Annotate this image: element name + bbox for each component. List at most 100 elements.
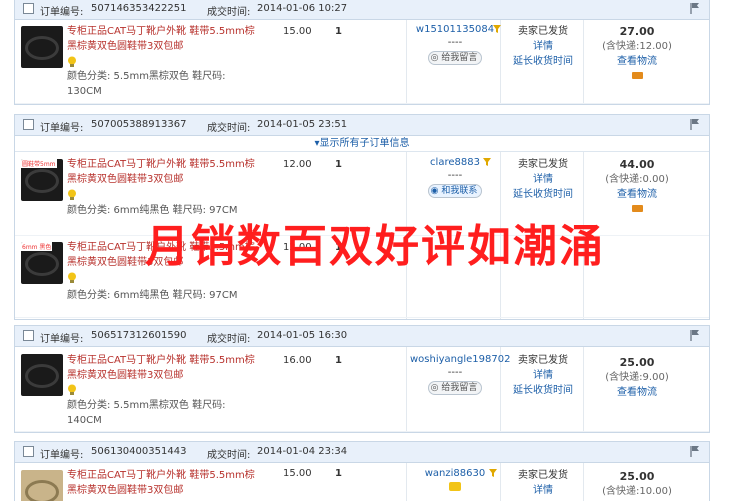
product-title-link[interactable]: 专柜正品CAT马丁靴户外靴 鞋带5.5mm棕黑棕黄双色圆鞋带3双包邮 xyxy=(67,24,257,54)
total-amount: 27.00 xyxy=(619,25,655,38)
quantity: 1 xyxy=(335,159,342,170)
deal-time-label: 成交时间: xyxy=(207,334,251,345)
order-no: 506130400351443 xyxy=(91,446,187,457)
order-checkbox[interactable] xyxy=(23,119,34,130)
deal-time: 2014-01-05 23:51 xyxy=(257,119,348,130)
view-logistics-link[interactable]: 查看物流 xyxy=(587,54,687,69)
total-cell: 44.00 (含快递:0.00) 查看物流 xyxy=(587,157,687,217)
message-icon[interactable] xyxy=(449,482,461,491)
details-link[interactable]: 详情 xyxy=(503,39,583,54)
details-link[interactable]: 详情 xyxy=(503,368,583,383)
shipping-fee: (含快递:9.00) xyxy=(605,372,669,383)
deal-time: 2014-01-05 16:30 xyxy=(257,330,348,341)
order-item-row: 专柜正品CAT马丁靴户外靴 鞋带5.5mm棕黑棕黄双色圆鞋带3双包邮 15.00… xyxy=(15,463,709,501)
flag-icon[interactable] xyxy=(689,329,701,341)
order-checkbox[interactable] xyxy=(23,446,34,457)
product-title-link[interactable]: 专柜正品CAT马丁靴户外靴 鞋带5.5mm棕黑棕黄双色圆鞋带3双包邮 xyxy=(67,157,257,187)
buyer-cell: woshiyangle198702 ---- ◎ 给我留言 xyxy=(410,354,510,395)
product-thumbnail[interactable]: 圆鞋带5mm xyxy=(21,159,63,201)
flag-icon[interactable] xyxy=(689,445,701,457)
filter-icon[interactable] xyxy=(492,24,502,34)
product-title-link[interactable]: 专柜正品CAT马丁靴户外靴 鞋带5.5mm棕黑棕黄双色圆鞋带3双包邮 xyxy=(67,353,257,383)
total-amount: 25.00 xyxy=(619,356,655,369)
quantity: 1 xyxy=(335,468,342,479)
buyer-name-link[interactable]: woshiyangle198702 xyxy=(410,354,510,365)
buyer-cell: clare8883 ---- ◉ 和我联系 xyxy=(410,157,500,198)
buyer-cell: wanzi88630 xyxy=(410,468,500,494)
leave-message-button[interactable]: ◎ 给我留言 xyxy=(427,381,483,395)
order-no-label: 订单编号: xyxy=(40,334,84,345)
order-no-label: 订单编号: xyxy=(40,123,84,134)
order-checkbox[interactable] xyxy=(23,3,34,14)
product-thumbnail[interactable] xyxy=(21,470,63,501)
order-no: 507005388913367 xyxy=(91,119,187,130)
extend-receipt-link[interactable]: 延长收货时间 xyxy=(503,54,583,69)
extend-receipt-link[interactable]: 延长收货时间 xyxy=(503,187,583,202)
product-attributes: 颜色分类: 5.5mm黑棕双色 鞋尺码: 130CM xyxy=(67,71,226,97)
message-icon: ◎ xyxy=(430,53,439,63)
filter-icon[interactable] xyxy=(482,157,492,167)
flag-icon[interactable] xyxy=(689,118,701,130)
deal-time: 2014-01-04 23:34 xyxy=(257,446,348,457)
product-thumbnail[interactable] xyxy=(21,26,63,68)
buyer-dash: ---- xyxy=(447,170,463,181)
flag-icon[interactable] xyxy=(689,2,701,14)
order-item-row: 专柜正品CAT马丁靴户外靴 鞋带5.5mm棕黑棕黄双色圆鞋带3双包邮 颜色分类:… xyxy=(15,20,709,104)
order-status: 卖家已发货 xyxy=(518,159,568,170)
status-cell: 卖家已发货 详情 延长收货时间 xyxy=(503,157,583,202)
deal-time-label: 成交时间: xyxy=(207,7,251,18)
promo-overlay-text: 月销数百双好评如潮涌 xyxy=(145,221,605,272)
total-cell: 27.00 (含快递:12.00) 查看物流 xyxy=(587,24,687,84)
buyer-name-link[interactable]: wanzi88630 xyxy=(410,468,500,479)
message-icon: ◎ xyxy=(430,383,439,393)
shipping-fee: (含快递:0.00) xyxy=(605,174,669,185)
details-link[interactable]: 详情 xyxy=(503,483,583,498)
unit-price: 15.00 xyxy=(283,468,312,479)
deal-time: 2014-01-06 10:27 xyxy=(257,3,348,14)
logistics-icon xyxy=(631,72,643,79)
shipping-fee: (含快递:12.00) xyxy=(602,41,672,52)
buyer-dash: ---- xyxy=(447,367,463,378)
buyer-dash: ---- xyxy=(447,37,463,48)
view-logistics-link[interactable]: 查看物流 xyxy=(587,385,687,400)
order-header: 订单编号: 507005388913367 成交时间: 2014-01-05 2… xyxy=(15,115,709,136)
status-cell: 卖家已发货 详情 延长收货时间 xyxy=(503,24,583,69)
total-amount: 44.00 xyxy=(619,158,655,171)
contact-me-button[interactable]: ◉ 和我联系 xyxy=(427,184,483,198)
product-title-link[interactable]: 专柜正品CAT马丁靴户外靴 鞋带5.5mm棕黑棕黄双色圆鞋带3双包邮 xyxy=(67,468,257,498)
status-cell: 卖家已发货 详情 延长收货时间 xyxy=(503,353,583,398)
view-logistics-link[interactable]: 查看物流 xyxy=(587,187,687,202)
order-item-row: 专柜正品CAT马丁靴户外靴 鞋带5.5mm棕黑棕黄双色圆鞋带3双包邮 颜色分类:… xyxy=(15,347,709,432)
order-checkbox[interactable] xyxy=(23,330,34,341)
bulb-icon xyxy=(68,189,76,200)
status-cell: 卖家已发货 详情 xyxy=(503,468,583,498)
buyer-name-link[interactable]: w15101135084 xyxy=(410,24,500,35)
shipping-fee: (含快递:10.00) xyxy=(602,486,672,497)
quantity: 1 xyxy=(335,355,342,366)
order-status: 卖家已发货 xyxy=(518,355,568,366)
deal-time-label: 成交时间: xyxy=(207,123,251,134)
details-link[interactable]: 详情 xyxy=(503,172,583,187)
deal-time-label: 成交时间: xyxy=(207,450,251,461)
filter-icon[interactable] xyxy=(488,468,498,478)
show-sub-orders-toggle[interactable]: ▾显示所有子订单信息 xyxy=(15,136,709,152)
product-attributes: 颜色分类: 5.5mm黑棕双色 鞋尺码: 140CM xyxy=(67,400,226,426)
order-status: 卖家已发货 xyxy=(518,26,568,37)
chat-icon: ◉ xyxy=(430,186,439,196)
order-header: 订单编号: 506517312601590 成交时间: 2014-01-05 1… xyxy=(15,326,709,347)
order-no-label: 订单编号: xyxy=(40,450,84,461)
total-cell: 25.00 (含快递:10.00) xyxy=(587,469,687,499)
unit-price: 15.00 xyxy=(283,26,312,37)
order-no: 506517312601590 xyxy=(91,330,187,341)
leave-message-button[interactable]: ◎ 给我留言 xyxy=(427,51,483,65)
unit-price: 16.00 xyxy=(283,355,312,366)
bulb-icon xyxy=(68,384,76,395)
order-header: 订单编号: 507146353422251 成交时间: 2014-01-06 1… xyxy=(15,0,709,20)
extend-receipt-link[interactable]: 延长收货时间 xyxy=(503,383,583,398)
order-card: 订单编号: 507146353422251 成交时间: 2014-01-06 1… xyxy=(14,0,710,105)
product-thumbnail[interactable] xyxy=(21,354,63,396)
order-card: 订单编号: 506130400351443 成交时间: 2014-01-04 2… xyxy=(14,441,710,501)
bulb-icon xyxy=(68,56,76,67)
total-amount: 25.00 xyxy=(619,470,655,483)
total-cell: 25.00 (含快递:9.00) 查看物流 xyxy=(587,355,687,400)
